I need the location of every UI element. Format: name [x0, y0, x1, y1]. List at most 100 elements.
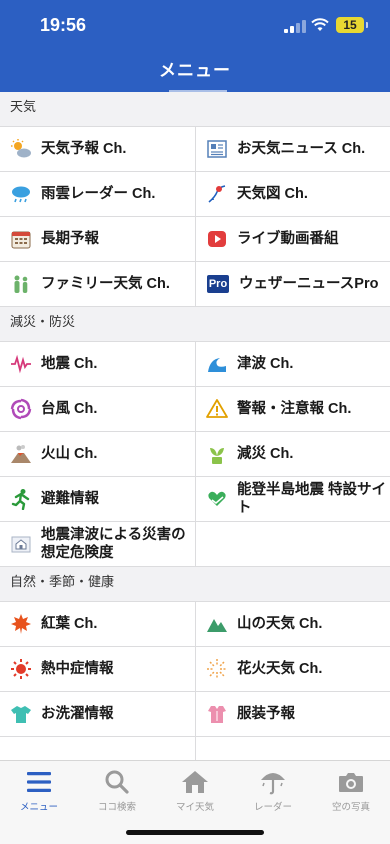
menu-item-label: 天気予報 Ch. — [41, 141, 127, 157]
menu-item-mountain-weather[interactable]: 山の天気 Ch. — [196, 602, 390, 646]
sun-cloud-icon — [10, 138, 32, 160]
menu-item-weather-news[interactable]: お天気ニュース Ch. — [196, 127, 390, 171]
menu-item-noto-special[interactable]: 能登半島地震 特設サイト — [196, 477, 390, 521]
menu-item-label: 天気図 Ch. — [237, 186, 308, 202]
status-time: 19:56 — [40, 15, 87, 35]
rain-cloud-icon — [10, 183, 32, 205]
menu-item-label: 紅葉 Ch. — [41, 616, 98, 632]
menu-item-autumn-leaves[interactable]: 紅葉 Ch. — [0, 602, 195, 646]
warning-icon — [206, 398, 228, 420]
menu-item-volcano[interactable]: 火山 Ch. — [0, 432, 195, 476]
volcano-icon — [10, 443, 32, 465]
home-indicator — [126, 830, 264, 835]
menu-item-clothing[interactable]: 服装予報 — [196, 692, 390, 736]
shirt-icon — [10, 703, 32, 725]
menu-item-partial[interactable] — [0, 737, 195, 760]
home-icon — [180, 767, 210, 797]
typhoon-icon — [10, 398, 32, 420]
menu-list[interactable]: 天気 天気予報 Ch. お天気ニュース Ch. 雨雲レーダー Ch. 天気図 C… — [0, 92, 390, 760]
menu-item-tsunami[interactable]: 津波 Ch. — [196, 342, 390, 386]
menu-item-gensai[interactable]: 減災 Ch. — [196, 432, 390, 476]
menu-item-fireworks[interactable]: 花火天気 Ch. — [196, 647, 390, 691]
wifi-icon — [311, 18, 329, 31]
section-grid-weather: 天気予報 Ch. お天気ニュース Ch. 雨雲レーダー Ch. 天気図 Ch. … — [0, 126, 390, 307]
section-header-nature: 自然・季節・健康 — [0, 567, 390, 601]
tab-label: レーダー — [253, 802, 292, 813]
evacuation-icon — [10, 488, 32, 510]
menu-item-label: 避難情報 — [41, 491, 99, 507]
menu-item-long-term[interactable]: 長期予報 — [0, 217, 195, 261]
menu-item-hazard-risk[interactable]: 地震津波による災害の想定危険度 — [0, 522, 195, 566]
menu-item-label: 熱中症情報 — [41, 661, 114, 677]
tab-label: ココ検索 — [97, 802, 136, 813]
house-hazard-icon — [10, 533, 32, 555]
menu-item-weather-map[interactable]: 天気図 Ch. — [196, 172, 390, 216]
hot-sun-icon — [10, 658, 32, 680]
menu-item-label: 火山 Ch. — [41, 446, 98, 462]
signal-icon — [284, 20, 306, 33]
weather-map-icon — [206, 183, 228, 205]
menu-item-forecast[interactable]: 天気予報 Ch. — [0, 127, 195, 171]
menu-item-label: 服装予報 — [237, 706, 295, 722]
sprout-icon — [206, 443, 228, 465]
pro-badge-text: Pro — [206, 275, 230, 293]
play-icon — [206, 228, 228, 250]
newspaper-icon — [206, 138, 228, 160]
menu-item-label: 地震津波による災害の想定危険度 — [41, 527, 186, 561]
battery-indicator: 15 — [336, 17, 368, 33]
fireworks-icon — [206, 658, 228, 680]
menu-item-label: 減災 Ch. — [237, 446, 294, 462]
section-header-weather: 天気 — [0, 92, 390, 126]
umbrella-icon — [258, 767, 288, 797]
menu-item-family-weather[interactable]: ファミリー天気 Ch. — [0, 262, 195, 306]
mountain-icon — [206, 613, 228, 635]
menu-item-label: 花火天気 Ch. — [237, 661, 323, 677]
heart-hands-icon — [206, 488, 228, 510]
menu-item-heatstroke[interactable]: 熱中症情報 — [0, 647, 195, 691]
tab-label: 空の写真 — [331, 802, 370, 813]
menu-item-label: 雨雲レーダー Ch. — [41, 186, 156, 202]
menu-item-label: ウェザーニュースPro — [239, 276, 379, 292]
tab-search[interactable]: ココ検索 — [78, 767, 156, 813]
wave-icon — [206, 353, 228, 375]
menu-item-label: 長期予報 — [41, 231, 99, 247]
tab-radar[interactable]: レーダー — [234, 767, 312, 813]
menu-item-warnings[interactable]: 警報・注意報 Ch. — [196, 387, 390, 431]
pro-badge-icon: Pro — [206, 273, 230, 295]
menu-item-label: 地震 Ch. — [41, 356, 98, 372]
maple-leaf-icon — [10, 613, 32, 635]
menu-item-laundry[interactable]: お洗濯情報 — [0, 692, 195, 736]
menu-item-evacuation[interactable]: 避難情報 — [0, 477, 195, 521]
menu-item-partial[interactable] — [196, 737, 390, 760]
seismograph-icon — [10, 353, 32, 375]
menu-item-label: 台風 Ch. — [41, 401, 98, 417]
tab-menu[interactable]: メニュー — [0, 767, 78, 813]
tab-label: マイ天気 — [175, 802, 214, 813]
menu-item-typhoon[interactable]: 台風 Ch. — [0, 387, 195, 431]
menu-item-live-video[interactable]: ライブ動画番組 — [196, 217, 390, 261]
empty-cell — [196, 522, 390, 566]
menu-item-rain-radar[interactable]: 雨雲レーダー Ch. — [0, 172, 195, 216]
section-grid-nature: 紅葉 Ch. 山の天気 Ch. 熱中症情報 花火天気 Ch. お洗濯情報 服装予… — [0, 601, 390, 760]
menu-item-earthquake[interactable]: 地震 Ch. — [0, 342, 195, 386]
menu-item-label: お天気ニュース Ch. — [237, 141, 366, 157]
app-header: 19:56 15 メニュー — [0, 0, 390, 92]
section-header-disaster: 減災・防災 — [0, 307, 390, 341]
menu-item-weathernews-pro[interactable]: Pro ウェザーニュースPro — [196, 262, 390, 306]
camera-icon — [336, 767, 366, 797]
menu-item-label: ファミリー天気 Ch. — [41, 276, 170, 292]
menu-item-label: 津波 Ch. — [237, 356, 294, 372]
tab-my-weather[interactable]: マイ天気 — [156, 767, 234, 813]
family-icon — [10, 273, 32, 295]
menu-item-label: お洗濯情報 — [41, 706, 114, 722]
menu-icon — [24, 767, 54, 797]
menu-item-label: ライブ動画番組 — [237, 231, 339, 247]
menu-item-label: 山の天気 Ch. — [237, 616, 323, 632]
search-icon — [102, 767, 132, 797]
page-title: メニュー — [159, 61, 231, 80]
menu-item-label: 能登半島地震 特設サイト — [237, 482, 387, 516]
clothes-icon — [206, 703, 228, 725]
menu-item-label: 警報・注意報 Ch. — [237, 401, 352, 417]
tab-sky-photos[interactable]: 空の写真 — [312, 767, 390, 813]
calendar-icon — [10, 228, 32, 250]
